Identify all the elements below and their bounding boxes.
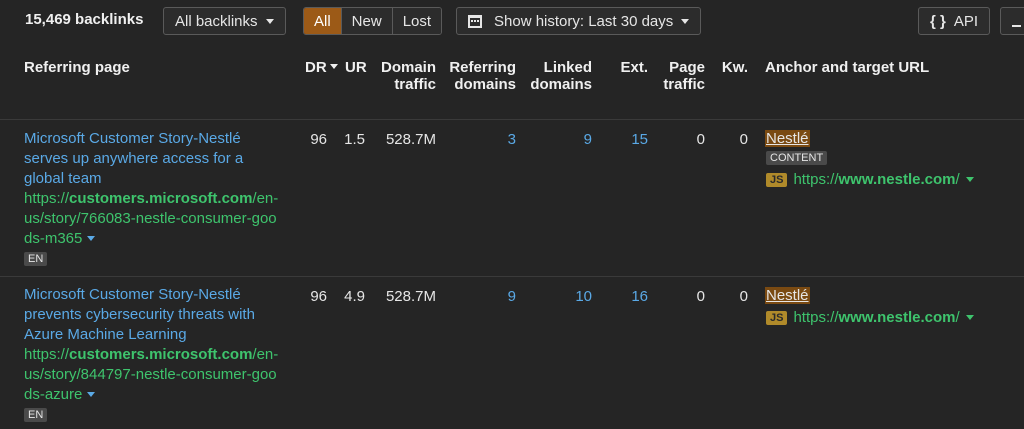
title-line: Azure Machine Learning	[24, 326, 187, 343]
domain-traffic-value: 528.7M	[385, 131, 436, 148]
col-ref-domains[interactable]: Referring domains	[446, 59, 516, 93]
col-ur[interactable]: UR	[345, 59, 367, 76]
col-ref-domains-l2: domains	[454, 76, 516, 93]
referring-page-title[interactable]: Microsoft Customer Story-Nestlé serves u…	[24, 129, 274, 189]
table-row: Microsoft Customer Story-Nestlé prevents…	[0, 278, 1024, 429]
chevron-down-icon	[681, 18, 690, 24]
col-kw[interactable]: Kw.	[715, 59, 748, 76]
toolbar: 15,469 backlinks All backlinks All New L…	[0, 0, 1024, 42]
target-url[interactable]: JS https://www.nestle.com /	[766, 171, 974, 188]
target-url-domain: www.nestle.com	[838, 309, 956, 326]
table-header: Referring page DR UR Domain traffic Refer…	[0, 42, 1024, 120]
chevron-down-icon[interactable]	[87, 236, 96, 241]
history-label: Show history: Last 30 days	[494, 12, 674, 30]
backlinks-filter-label: All backlinks	[175, 12, 258, 30]
ref-domains-value[interactable]: 3	[480, 131, 516, 148]
kw-value: 0	[739, 131, 748, 148]
target-url[interactable]: JS https://www.nestle.com /	[766, 309, 974, 326]
chevron-down-icon[interactable]	[87, 392, 96, 397]
chevron-down-icon[interactable]	[965, 177, 974, 182]
url-line: us/story/766083-nestle-consumer-goo	[24, 210, 277, 227]
col-page-traffic[interactable]: Page traffic	[660, 59, 705, 93]
dr-value: 96	[310, 131, 327, 148]
col-domain-traffic[interactable]: Domain traffic	[380, 59, 436, 93]
title-line: Microsoft Customer Story-Nestlé	[24, 130, 241, 147]
language-badge: EN	[24, 252, 48, 266]
page-traffic-value: 0	[696, 131, 705, 148]
seg-all-button[interactable]: All	[304, 8, 341, 34]
url-line: us/story/844797-nestle-consumer-goo	[24, 366, 277, 383]
target-url-suffix: /	[955, 309, 960, 326]
dr-value: 96	[310, 288, 327, 305]
title-line: serves up anywhere access for a	[24, 150, 244, 167]
content-badge: CONTENT	[766, 151, 828, 165]
page-traffic-value: 0	[696, 288, 705, 305]
col-linked-domains[interactable]: Linked domains	[526, 59, 592, 93]
ur-value: 1.5	[344, 131, 365, 148]
col-linked-domains-l1: Linked	[543, 59, 592, 76]
col-domain-traffic-l2: traffic	[394, 76, 436, 93]
referring-page-url[interactable]: https://customers.microsoft.com/en- us/s…	[24, 345, 289, 405]
col-page-traffic-l1: Page	[669, 59, 705, 76]
col-linked-domains-l2: domains	[530, 76, 592, 93]
seg-new-button[interactable]: New	[340, 8, 392, 34]
anchor-text: Nestlé	[765, 130, 810, 147]
col-domain-traffic-l1: Domain	[380, 59, 436, 76]
col-referring-page[interactable]: Referring page	[24, 59, 130, 76]
table-row: Microsoft Customer Story-Nestlé serves u…	[0, 121, 1024, 277]
url-line: ds-m365	[24, 230, 83, 247]
ref-domains-value[interactable]: 9	[480, 288, 516, 305]
api-label: API	[953, 12, 979, 30]
url-prefix: https://	[24, 346, 70, 363]
title-line: prevents cybersecurity threats with	[24, 306, 255, 323]
col-anchor[interactable]: Anchor and target URL	[765, 59, 929, 76]
seg-lost-button[interactable]: Lost	[391, 8, 442, 34]
braces-icon: { }	[930, 12, 946, 30]
ext-value[interactable]: 16	[612, 288, 648, 305]
anchor-text: Nestlé	[765, 287, 810, 304]
title-line: global team	[24, 170, 102, 187]
ext-value[interactable]: 15	[612, 131, 648, 148]
url-rest: /en-	[252, 190, 279, 207]
target-url-prefix: https://	[793, 309, 839, 326]
col-dr[interactable]: DR	[305, 59, 338, 76]
backlinks-filter-dropdown[interactable]: All backlinks	[163, 7, 286, 35]
status-segmented-control: All New Lost	[303, 7, 443, 35]
chevron-down-icon[interactable]	[965, 315, 974, 320]
col-ext[interactable]: Ext.	[610, 59, 648, 76]
referring-page-title[interactable]: Microsoft Customer Story-Nestlé prevents…	[24, 285, 274, 345]
col-page-traffic-l2: traffic	[663, 76, 705, 93]
api-button[interactable]: { } API	[918, 7, 990, 35]
url-domain: customers.microsoft.com	[69, 346, 253, 363]
col-dr-label: DR	[305, 59, 327, 76]
export-button[interactable]	[1000, 7, 1024, 35]
url-rest: /en-	[252, 346, 279, 363]
js-badge: JS	[766, 172, 788, 187]
target-url-prefix: https://	[793, 171, 839, 188]
linked-domains-value[interactable]: 9	[556, 131, 592, 148]
target-url-suffix: /	[955, 171, 960, 188]
linked-domains-value[interactable]: 10	[556, 288, 592, 305]
url-prefix: https://	[24, 190, 70, 207]
backlinks-count: 15,469 backlinks	[25, 11, 144, 28]
chevron-down-icon	[265, 18, 274, 24]
ur-value: 4.9	[344, 288, 365, 305]
url-domain: customers.microsoft.com	[69, 190, 253, 207]
target-url-domain: www.nestle.com	[838, 171, 956, 188]
history-dropdown[interactable]: Show history: Last 30 days	[456, 7, 702, 35]
kw-value: 0	[739, 288, 748, 305]
language-badge: EN	[24, 408, 48, 422]
col-ref-domains-l1: Referring	[449, 59, 516, 76]
domain-traffic-value: 528.7M	[385, 288, 436, 305]
url-line: ds-azure	[24, 386, 83, 403]
sort-desc-icon	[329, 64, 338, 69]
referring-page-url[interactable]: https://customers.microsoft.com/en- us/s…	[24, 189, 289, 249]
download-icon	[1012, 16, 1021, 27]
calendar-icon	[468, 14, 482, 28]
js-badge: JS	[766, 310, 788, 325]
title-line: Microsoft Customer Story-Nestlé	[24, 286, 241, 303]
